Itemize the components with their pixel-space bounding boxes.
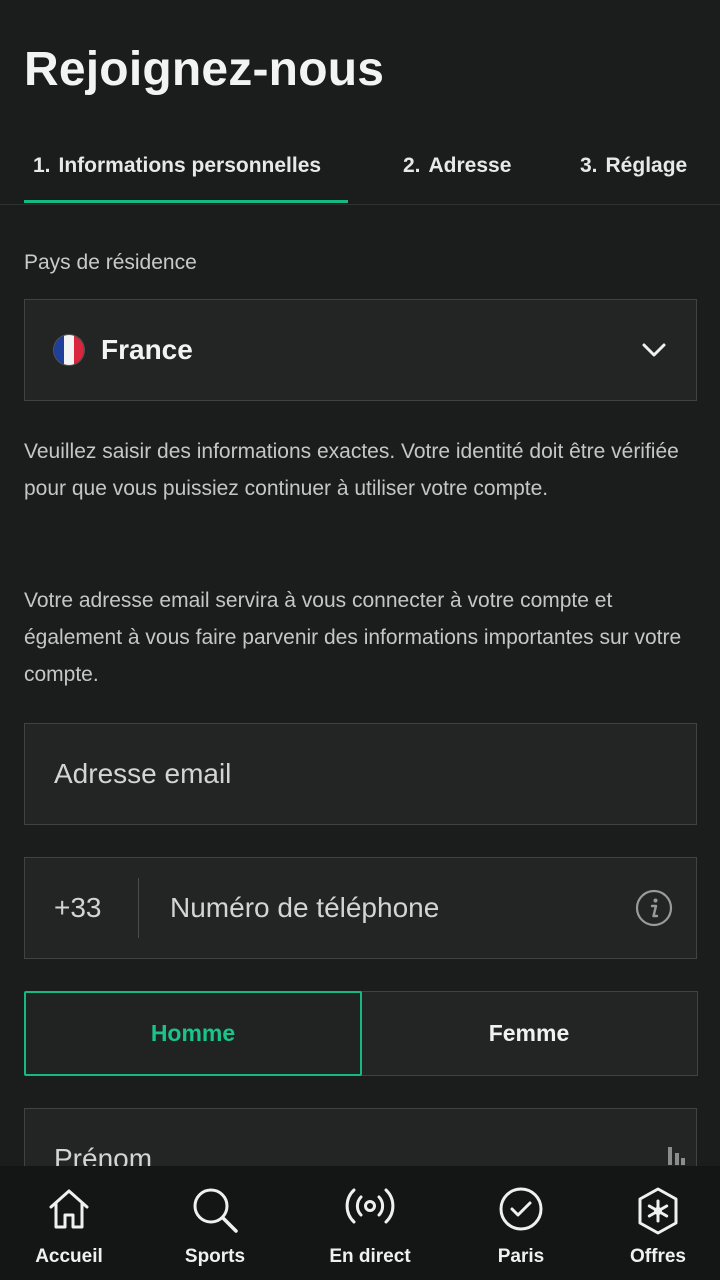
france-flag-icon bbox=[54, 335, 84, 365]
check-circle-icon bbox=[499, 1187, 543, 1231]
tab-number: 3. bbox=[580, 154, 598, 177]
home-icon bbox=[49, 1189, 89, 1229]
country-label: Pays de résidence bbox=[24, 251, 197, 274]
gender-female-button[interactable]: Femme bbox=[360, 991, 698, 1076]
gender-selector: Homme Femme bbox=[24, 991, 698, 1076]
nav-label-home: Accueil bbox=[35, 1246, 103, 1267]
signup-screen: Rejoignez-nous 1. Informations personnell… bbox=[0, 0, 720, 1280]
search-icon bbox=[193, 1188, 238, 1233]
bottom-navigation: Accueil Sports En direct Paris Offres bbox=[0, 1166, 720, 1280]
tab-number: 1. bbox=[33, 154, 51, 177]
tab-label: Informations personnelles bbox=[58, 154, 322, 177]
active-tab-indicator bbox=[24, 200, 348, 203]
gender-male-button[interactable]: Homme bbox=[24, 991, 362, 1076]
nav-label-offers: Offres bbox=[630, 1246, 686, 1267]
nav-item-offers[interactable]: Offres bbox=[598, 1166, 718, 1280]
offers-star-icon bbox=[638, 1187, 678, 1235]
page-title: Rejoignez-nous bbox=[24, 43, 385, 96]
info-icon[interactable] bbox=[635, 889, 673, 927]
phone-placeholder: Numéro de téléphone bbox=[170, 892, 440, 923]
nav-item-sports[interactable]: Sports bbox=[155, 1166, 275, 1280]
identity-info-text: Veuillez saisir des informations exactes… bbox=[24, 440, 679, 500]
autofill-icon bbox=[668, 1147, 685, 1165]
step-tabs: 1. Informations personnelles 2. Adresse 3.… bbox=[0, 140, 720, 205]
tab-address[interactable]: 2. Adresse bbox=[403, 154, 511, 178]
nav-label-live: En direct bbox=[329, 1246, 411, 1267]
nav-label-sports: Sports bbox=[184, 1246, 246, 1267]
phone-field[interactable]: +33 Numéro de téléphone bbox=[24, 857, 697, 959]
country-select[interactable]: France bbox=[24, 299, 697, 401]
chevron-down-icon bbox=[642, 343, 666, 357]
phone-separator bbox=[138, 878, 139, 938]
phone-country-code[interactable]: +33 bbox=[54, 892, 102, 924]
live-broadcast-icon bbox=[345, 1188, 395, 1224]
nav-item-bets[interactable]: Paris bbox=[461, 1166, 581, 1280]
email-field[interactable]: Adresse email bbox=[24, 723, 697, 825]
tab-personal-info[interactable]: 1. Informations personnelles bbox=[33, 154, 321, 178]
country-value: France bbox=[101, 334, 193, 365]
nav-item-home[interactable]: Accueil bbox=[9, 1166, 129, 1280]
nav-item-live[interactable]: En direct bbox=[310, 1166, 430, 1280]
tab-label: Adresse bbox=[428, 154, 512, 177]
tab-settings[interactable]: 3. Réglage bbox=[580, 154, 687, 178]
email-info-text: Votre adresse email servira à vous conne… bbox=[24, 589, 682, 686]
tab-number: 2. bbox=[403, 154, 421, 177]
nav-label-bets: Paris bbox=[497, 1246, 545, 1267]
email-placeholder: Adresse email bbox=[54, 758, 232, 789]
tab-label: Réglage bbox=[605, 154, 688, 177]
